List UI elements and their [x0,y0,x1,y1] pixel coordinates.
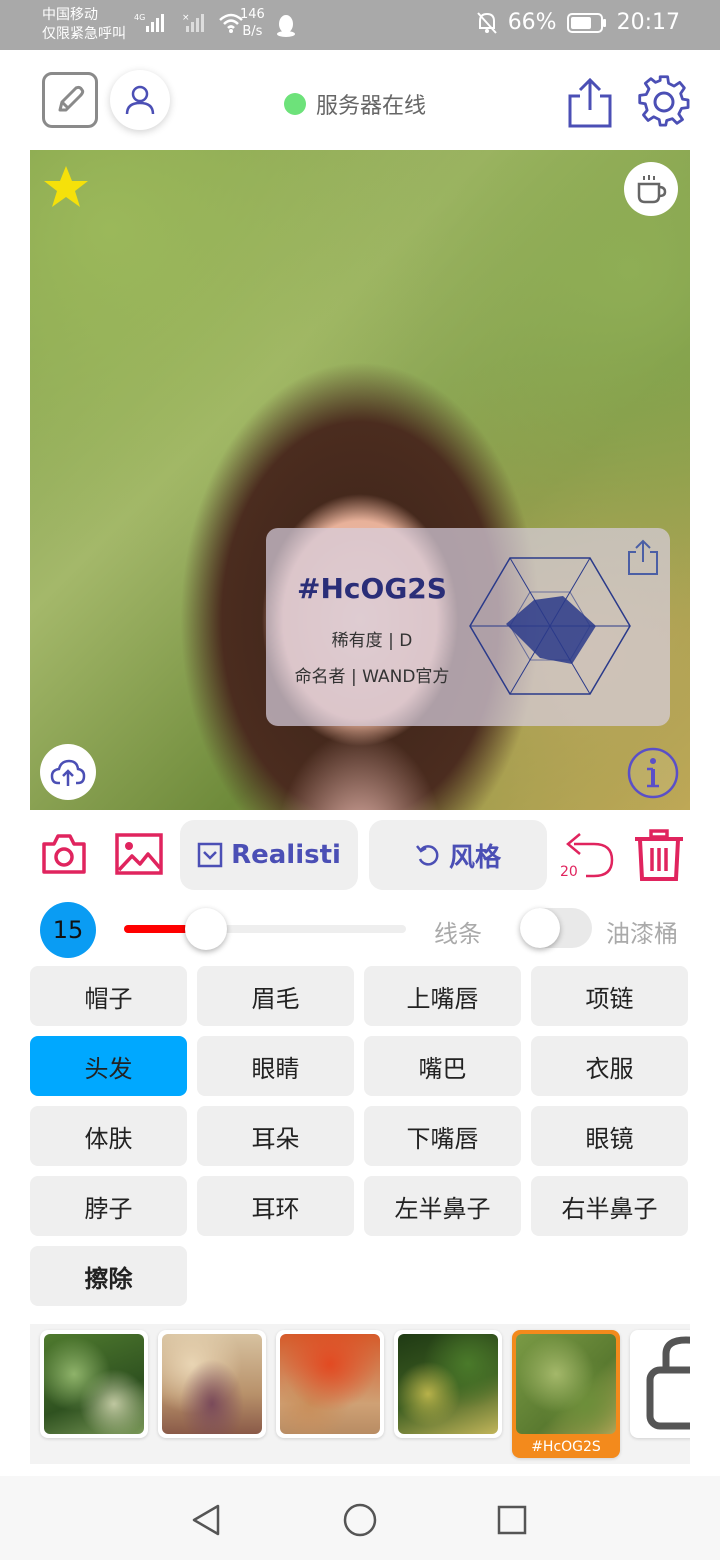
user-icon [125,85,155,115]
qq-icon [277,15,295,37]
camera-button[interactable] [40,832,88,876]
carrier-info: 中国移动 仅限紧急呼叫 [42,6,126,44]
part-button[interactable]: 嘴巴 [364,1036,521,1096]
carrier-name: 中国移动 [42,7,98,23]
part-button[interactable]: 耳朵 [197,1106,354,1166]
cloud-upload-icon [50,759,86,786]
style-button[interactable]: 风格 [369,820,547,890]
part-button[interactable]: 体肤 [30,1106,187,1166]
net-speed-value: 146 [240,7,265,22]
system-nav-bar [0,1476,720,1560]
home-icon[interactable] [342,1502,378,1538]
battery-icon [566,12,606,33]
user-button[interactable] [110,70,170,130]
settings-gear-icon[interactable] [636,74,692,130]
battery-percent: 66% [507,10,557,35]
server-status-text: 服务器在线 [316,94,427,119]
part-button[interactable]: 帽子 [30,966,187,1026]
erase-button[interactable]: 擦除 [30,1246,187,1306]
info-icon[interactable] [626,746,680,800]
card-share-icon[interactable] [626,538,660,576]
style-thumb-image [280,1334,380,1434]
paint-bucket-label[interactable]: 油漆桶 [606,914,678,949]
style-thumb[interactable] [276,1330,384,1438]
model-select-button[interactable]: Realisti [180,820,358,890]
coffee-cup-icon [637,175,667,204]
model-label: Realisti [231,840,341,870]
part-button[interactable]: 脖子 [30,1176,187,1236]
part-button[interactable]: 项链 [531,966,688,1026]
mute-bell-icon [476,11,497,34]
pencil-icon [58,85,85,112]
signal-icons: 4G × [134,12,244,34]
style-thumb-image [162,1334,262,1434]
style-thumb-image [398,1334,498,1434]
part-button[interactable]: 上嘴唇 [364,966,521,1026]
edit-button[interactable] [42,72,98,128]
part-button[interactable]: 眼睛 [197,1036,354,1096]
part-button[interactable]: 衣服 [531,1036,688,1096]
delete-trash-icon[interactable] [632,828,686,882]
selected-style-label: #HcOG2S [531,1439,601,1455]
toggle-knob [520,908,560,948]
paint-bucket-toggle[interactable] [520,908,592,948]
cloud-upload-button[interactable] [40,744,96,800]
style-id: #HcOG2S [297,572,447,605]
face-parts-grid: 帽子 眉毛 上嘴唇 项链头发 眼睛 嘴巴 衣服体肤 耳朵 下嘴唇 眼镜脖子 耳环 左半鼻子 右半鼻子擦除 [30,966,690,1306]
style-thumbnails: #HcOG2S [30,1324,690,1464]
line-mode-label[interactable]: 线条 [434,914,482,949]
style-label: 风格 [448,842,501,873]
lock-icon [646,1336,690,1430]
emergency-text: 仅限紧急呼叫 [42,26,126,42]
part-button[interactable]: 眉毛 [197,966,354,1026]
locked-style-thumb[interactable] [630,1330,690,1438]
toolbar: Realisti 风格 20 [0,818,720,894]
brush-size-slider[interactable] [124,908,406,950]
undo-count: 20 [560,864,578,880]
signal-icon: 4G [134,13,164,32]
namer-text: 命名者 | WAND官方 [294,667,450,687]
brush-controls: 15 线条 油漆桶 [0,898,720,962]
part-button[interactable]: 右半鼻子 [531,1176,688,1236]
photo-canvas[interactable]: #HcOG2S 稀有度 | D 命名者 | WAND官方 [30,150,690,810]
status-bar: 中国移动 仅限紧急呼叫 4G × 146 B/s 66% 20:17 [0,0,720,50]
part-button[interactable]: 头发 [30,1036,187,1096]
clock: 20:17 [616,10,680,35]
style-thumb-selected[interactable]: #HcOG2S [512,1330,620,1458]
style-thumb[interactable] [158,1330,266,1438]
net-speed: 146 B/s [240,6,265,40]
signal-no-service-icon: × [182,13,204,32]
part-button[interactable]: 下嘴唇 [364,1106,521,1166]
slider-thumb[interactable] [184,908,227,950]
svg-text:×: × [182,13,190,23]
style-thumb-image [516,1334,616,1434]
status-right: 66% 20:17 [476,10,680,35]
gallery-button[interactable] [114,832,164,876]
part-button[interactable]: 左半鼻子 [364,1176,521,1236]
style-thumb-image [44,1334,144,1434]
style-thumb[interactable] [394,1330,502,1438]
brush-size-badge[interactable]: 15 [40,902,96,958]
style-thumb[interactable] [40,1330,148,1438]
radar-chart-icon [469,557,631,695]
part-button[interactable]: 眼镜 [531,1106,688,1166]
undo-button[interactable]: 20 [560,830,618,882]
part-button[interactable]: 耳环 [197,1176,354,1236]
net-speed-unit: B/s [242,24,263,39]
back-icon[interactable] [188,1502,224,1538]
favorite-star-icon[interactable] [42,164,90,210]
svg-text:4G: 4G [134,13,145,22]
checkbox-icon [197,842,223,868]
rotate-icon [416,845,439,866]
recent-apps-icon[interactable] [496,1504,528,1536]
server-status: 服务器在线 [284,88,426,120]
share-button[interactable] [566,76,614,128]
status-dot [284,93,306,115]
coffee-button[interactable] [624,162,678,216]
app-header: 服务器在线 [0,50,720,150]
rarity-text: 稀有度 | D [331,631,413,651]
style-info-card: #HcOG2S 稀有度 | D 命名者 | WAND官方 [266,528,670,726]
